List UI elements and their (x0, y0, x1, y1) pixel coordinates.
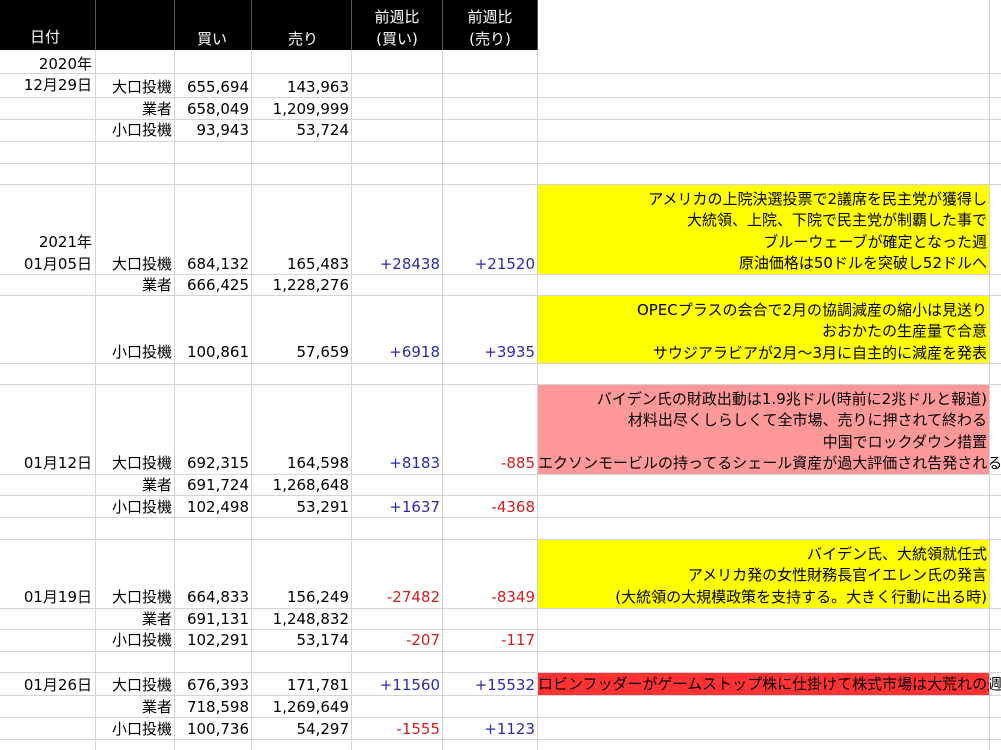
type-cell: 小口投機 (111, 720, 172, 738)
year-cell: 2021年 (38, 233, 92, 251)
buy-cell: 691,724 (186, 476, 249, 494)
row-line (0, 651, 1001, 652)
wow-buy-cell: +28438 (379, 255, 440, 273)
date-cell: 01月26日 (23, 676, 92, 694)
buy-cell: 664,833 (186, 588, 249, 606)
type-cell: 大口投機 (111, 588, 172, 606)
type-cell: 大口投機 (111, 676, 172, 694)
wow-sell-cell: +3935 (484, 343, 535, 361)
header-wow-sell: 前週比 (売り) (443, 0, 538, 50)
sell-cell: 57,659 (296, 343, 350, 361)
sell-cell: 165,483 (286, 255, 349, 273)
sell-cell: 1,209,999 (272, 100, 349, 118)
wow-sell-cell: -8349 (491, 588, 535, 606)
header-date: 日付 (0, 0, 96, 50)
row-line (0, 717, 1001, 718)
sell-cell: 54,297 (296, 720, 350, 738)
type-cell: 大口投機 (111, 255, 172, 273)
col-divider (537, 50, 538, 750)
row-line (0, 184, 1001, 185)
sell-cell: 53,291 (296, 498, 350, 516)
buy-cell: 666,425 (186, 276, 249, 294)
row-line (0, 517, 1001, 518)
buy-cell: 102,498 (186, 498, 249, 516)
type-cell: 小口投機 (111, 498, 172, 516)
buy-cell: 100,861 (186, 343, 249, 361)
buy-cell: 676,393 (186, 676, 249, 694)
wow-buy-cell: +6918 (389, 343, 440, 361)
date-cell: 01月19日 (23, 588, 92, 606)
type-cell: 業者 (141, 276, 172, 294)
sell-cell: 53,174 (296, 631, 350, 649)
note-robinhood: ロビンフッダーがゲームストップ株に仕掛けて株式市場は大荒れの週 (538, 673, 1001, 695)
type-cell: 業者 (141, 610, 172, 628)
row-line (0, 495, 1001, 496)
row-line (0, 739, 1001, 740)
type-cell: 小口投機 (111, 343, 172, 361)
row-line (0, 672, 1001, 673)
wow-sell-cell: -885 (500, 454, 535, 472)
buy-cell: 718,598 (186, 698, 249, 716)
wow-sell-cell: +15532 (474, 676, 535, 694)
type-cell: 小口投機 (111, 631, 172, 649)
wow-sell-cell: -4368 (491, 498, 535, 516)
header-type (96, 0, 175, 50)
note-biden-stimulus: バイデン氏の財政出動は1.9兆ドル(時前に2兆ドルと報道) 材料出尽くしらしくて全… (538, 385, 1001, 475)
type-cell: 大口投機 (111, 78, 172, 96)
wow-buy-cell: -1555 (396, 720, 440, 738)
row-line (0, 295, 1001, 296)
note-opec: OPECプラスの会合で2月の協調減産の縮小は見送り おおかたの生産量で合意 サウジア… (538, 296, 989, 364)
buy-cell: 102,291 (186, 631, 249, 649)
wow-buy-cell: +11560 (379, 676, 440, 694)
note-blue-wave: アメリカの上院決選投票で2議席を民主党が獲得し 大統領、上院、下院で民主党が制覇し… (538, 185, 989, 275)
row-line (0, 363, 1001, 364)
type-cell: 小口投機 (111, 121, 172, 139)
type-cell: 業者 (141, 698, 172, 716)
wow-sell-cell: -117 (500, 631, 535, 649)
row-line (0, 695, 1001, 696)
row-line (0, 141, 1001, 142)
buy-cell: 93,943 (196, 121, 250, 139)
row-line (0, 97, 1001, 98)
sell-cell: 164,598 (286, 454, 349, 472)
header-buy: 買い (175, 0, 252, 50)
buy-cell: 658,049 (186, 100, 249, 118)
row-line (0, 539, 1001, 540)
wow-buy-cell: +8183 (389, 454, 440, 472)
note-inauguration: バイデン氏、大統領就任式 アメリカ発の女性財務長官イエレン氏の発言 (大統領の大規模… (538, 540, 989, 608)
sell-cell: 1,228,276 (272, 276, 349, 294)
sell-cell: 1,269,649 (272, 698, 349, 716)
date-cell: 01月12日 (23, 454, 92, 472)
type-cell: 業者 (141, 100, 172, 118)
row-line (0, 384, 1001, 385)
buy-cell: 684,132 (186, 255, 249, 273)
wow-buy-cell: -207 (405, 631, 440, 649)
row-line (0, 73, 1001, 74)
col-divider (989, 0, 990, 750)
row-line (0, 163, 1001, 164)
sell-cell: 1,248,832 (272, 610, 349, 628)
buy-cell: 100,736 (186, 720, 249, 738)
wow-buy-cell: -27482 (386, 588, 440, 606)
wow-buy-cell: +1637 (389, 498, 440, 516)
type-cell: 大口投機 (111, 454, 172, 472)
date-cell: 12月29日 (23, 76, 92, 94)
sell-cell: 171,781 (286, 676, 349, 694)
wow-sell-cell: +21520 (474, 255, 535, 273)
spreadsheet: { "header": { "date": "日付", "buy": "買い",… (0, 0, 1001, 750)
buy-cell: 692,315 (186, 454, 249, 472)
buy-cell: 691,131 (186, 610, 249, 628)
date-cell: 01月05日 (23, 255, 92, 273)
type-cell: 業者 (141, 476, 172, 494)
sell-cell: 1,268,648 (272, 476, 349, 494)
header-wow-buy: 前週比 (買い) (352, 0, 443, 50)
year-cell: 2020年 (38, 55, 92, 73)
sell-cell: 53,724 (296, 121, 350, 139)
buy-cell: 655,694 (186, 78, 249, 96)
sell-cell: 156,249 (286, 588, 349, 606)
header-sell: 売り (252, 0, 352, 50)
wow-sell-cell: +1123 (484, 720, 535, 738)
sell-cell: 143,963 (286, 78, 349, 96)
